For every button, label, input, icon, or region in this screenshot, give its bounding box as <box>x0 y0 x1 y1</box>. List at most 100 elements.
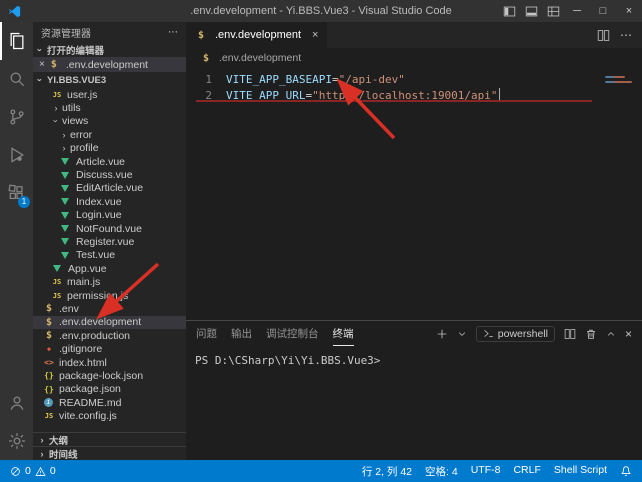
project-section-header[interactable]: › YI.BBS.VUE3 <box>33 72 186 88</box>
tree-item-.env.production[interactable]: $.env.production <box>33 329 186 342</box>
panel-tab-调试控制台[interactable]: 调试控制台 <box>266 321 319 346</box>
activity-search-button[interactable] <box>0 60 33 98</box>
terminal-dropdown-icon[interactable] <box>457 329 467 339</box>
panel-tab-问题[interactable]: 问题 <box>196 321 217 346</box>
timeline-section-header[interactable]: › 时间线 <box>33 446 186 460</box>
close-window-button[interactable]: × <box>616 0 642 22</box>
tree-item-Login.vue[interactable]: Login.vue <box>33 209 186 222</box>
breadcrumb-item: .env.development <box>219 52 301 64</box>
tree-item-utils[interactable]: ›utils <box>33 101 186 114</box>
tree-item-main.js[interactable]: JSmain.js <box>33 275 186 288</box>
source-control-icon <box>7 107 27 127</box>
code-token: VITE_APP_URL <box>226 89 305 102</box>
status-item[interactable]: UTF-8 <box>471 464 501 479</box>
minimize-button[interactable]: ─ <box>564 0 590 22</box>
status-item[interactable]: 行 2, 列 42 <box>362 464 412 479</box>
new-terminal-icon[interactable] <box>436 328 448 340</box>
warning-icon <box>35 466 46 477</box>
run-debug-icon <box>7 145 27 165</box>
status-item[interactable]: CRLF <box>513 464 540 479</box>
split-terminal-icon[interactable] <box>564 328 576 340</box>
editor-more-actions-icon[interactable]: ⋯ <box>620 28 632 42</box>
chevron-right-icon: › <box>51 103 61 113</box>
tab-env-development[interactable]: $ .env.development × <box>186 22 327 48</box>
tree-item-label: Register.vue <box>76 236 134 248</box>
terminal-prompt: PS D:\CSharp\Yi\Yi.BBS.Vue3> <box>195 354 380 367</box>
vscode-logo <box>8 5 21 18</box>
code-line-1: 1VITE_APP_BASEAPI="/api-dev" <box>186 72 642 88</box>
terminal[interactable]: PS D:\CSharp\Yi\Yi.BBS.Vue3> <box>186 346 642 460</box>
tree-item-package.json[interactable]: {}package.json <box>33 383 186 396</box>
tree-item-NotFound.vue[interactable]: NotFound.vue <box>33 222 186 235</box>
vue-file-icon <box>61 252 69 259</box>
close-editor-icon[interactable]: × <box>39 59 45 70</box>
open-editors-section-header[interactable]: › 打开的编辑器 <box>33 42 186 57</box>
close-tab-icon[interactable]: × <box>312 29 318 41</box>
kill-terminal-icon[interactable] <box>585 328 597 340</box>
tree-item-Test.vue[interactable]: Test.vue <box>33 249 186 262</box>
code-editor[interactable]: 1VITE_APP_BASEAPI="/api-dev"2VITE_APP_UR… <box>186 68 642 320</box>
tree-item-.gitignore[interactable]: ◆.gitignore <box>33 342 186 355</box>
tree-item-package-lock.json[interactable]: {}package-lock.json <box>33 369 186 382</box>
tree-item-label: .env <box>59 303 79 315</box>
tree-item-index.html[interactable]: <>index.html <box>33 356 186 369</box>
editor-area: $ .env.development × ⋯ $ .env.developmen… <box>186 22 642 460</box>
outline-section-header[interactable]: › 大纲 <box>33 432 186 446</box>
activity-source-control-button[interactable] <box>0 98 33 136</box>
tree-item-Article.vue[interactable]: Article.vue <box>33 155 186 168</box>
tree-item-views[interactable]: ›views <box>33 115 186 128</box>
tree-item-label: package.json <box>59 383 121 395</box>
status-item[interactable]: Shell Script <box>554 464 607 479</box>
sidebar-more-actions-icon[interactable]: ⋯ <box>168 27 178 38</box>
customize-layout-icon[interactable] <box>542 0 564 22</box>
tree-item-label: utils <box>62 102 81 114</box>
close-panel-icon[interactable]: × <box>625 327 632 341</box>
chevron-right-icon: › <box>59 143 69 153</box>
breadcrumb[interactable]: $ .env.development <box>186 48 642 68</box>
tree-item-label: Login.vue <box>76 209 122 221</box>
maximize-panel-icon[interactable] <box>606 329 616 339</box>
tree-item-.env.development[interactable]: $.env.development <box>33 316 186 329</box>
settings-button[interactable] <box>0 422 33 460</box>
chevron-down-icon: › <box>51 116 61 126</box>
accounts-button[interactable] <box>0 384 33 422</box>
activity-run-debug-button[interactable] <box>0 136 33 174</box>
env-file-icon: $ <box>43 317 55 328</box>
panel-tab-终端[interactable]: 终端 <box>333 321 354 346</box>
notifications-bell-icon[interactable] <box>620 465 632 477</box>
tree-item-label: user.js <box>67 89 97 101</box>
activity-explorer-button[interactable] <box>0 22 33 60</box>
search-icon <box>7 69 27 89</box>
activity-extensions-button[interactable]: 1 <box>0 174 33 212</box>
panel-tab-输出[interactable]: 输出 <box>231 321 252 346</box>
shell-selector[interactable]: powershell <box>476 326 555 342</box>
toggle-panel-icon[interactable] <box>520 0 542 22</box>
tree-item-error[interactable]: ›error <box>33 128 186 141</box>
toggle-sidebar-icon[interactable] <box>498 0 520 22</box>
tree-item-EditArticle.vue[interactable]: EditArticle.vue <box>33 182 186 195</box>
panel-header: 问题输出调试控制台终端 powershell <box>186 321 642 346</box>
status-item[interactable]: 空格: 4 <box>425 464 458 479</box>
tree-item-profile[interactable]: ›profile <box>33 142 186 155</box>
account-icon <box>7 393 27 413</box>
tree-item-.env[interactable]: $.env <box>33 302 186 315</box>
tree-item-Register.vue[interactable]: Register.vue <box>33 235 186 248</box>
tree-item-label: Test.vue <box>76 249 115 261</box>
tree-item-permission.js[interactable]: JSpermission.js <box>33 289 186 302</box>
tree-item-label: main.js <box>67 276 100 288</box>
chevron-down-icon: › <box>35 75 45 85</box>
tree-item-App.vue[interactable]: App.vue <box>33 262 186 275</box>
tree-item-vite.config.js[interactable]: JSvite.config.js <box>33 409 186 422</box>
tree-item-user.js[interactable]: JSuser.js <box>33 88 186 101</box>
minimap[interactable] <box>600 70 642 140</box>
tree-item-Discuss.vue[interactable]: Discuss.vue <box>33 168 186 181</box>
problems-status[interactable]: 0 0 <box>10 465 56 477</box>
tree-item-README.md[interactable]: iREADME.md <box>33 396 186 409</box>
maximize-button[interactable]: □ <box>590 0 616 22</box>
tree-item-Index.vue[interactable]: Index.vue <box>33 195 186 208</box>
vue-file-icon <box>61 158 69 165</box>
open-editor-item-env-development[interactable]: × $ .env.development <box>33 57 186 72</box>
split-editor-icon[interactable] <box>597 29 610 42</box>
bottom-panel: 问题输出调试控制台终端 powershell <box>186 320 642 460</box>
open-editor-label: .env.development <box>66 59 148 71</box>
